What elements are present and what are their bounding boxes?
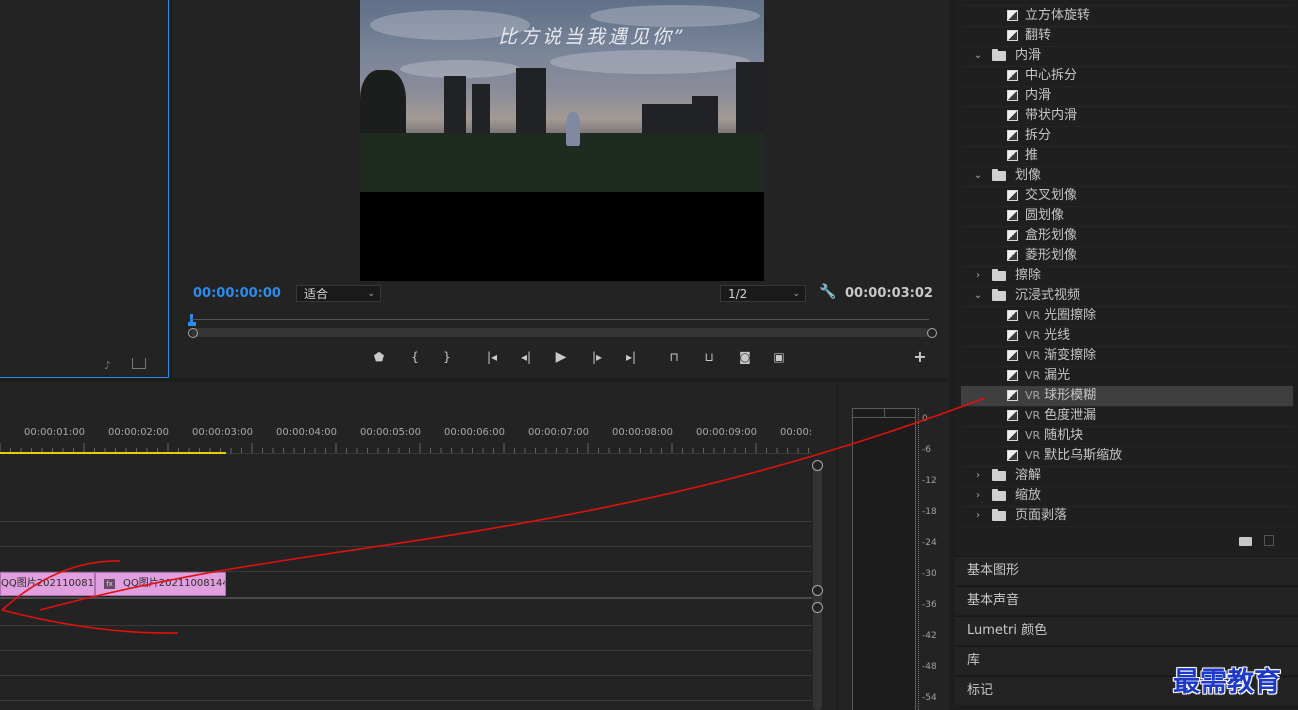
watermark-logo: 最需教育 (1173, 667, 1281, 698)
annotation-arrow (1, 397, 986, 634)
